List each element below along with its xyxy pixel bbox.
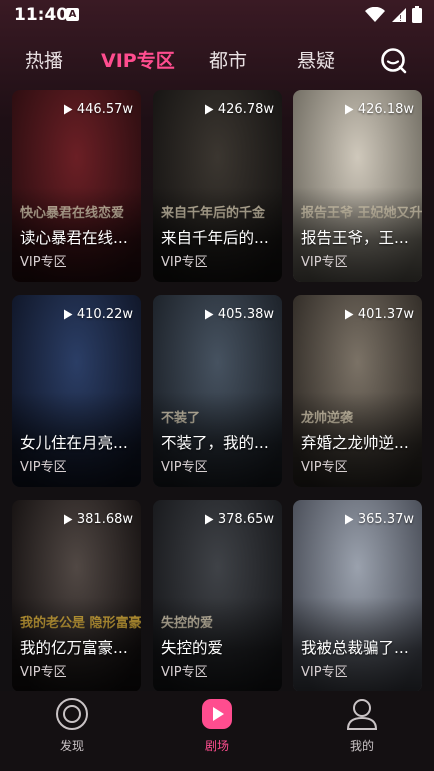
play-count-icon [63, 104, 73, 115]
drama-title: 来自千年后的... [161, 229, 269, 247]
drama-title: 我的亿万富豪... [20, 639, 128, 657]
view-count: 365.37w [344, 512, 414, 527]
view-count: 405.38w [204, 307, 274, 322]
play-count-icon [344, 309, 354, 320]
view-count-text: 426.18w [357, 102, 414, 117]
play-count-icon [344, 514, 354, 525]
discover-icon [56, 698, 88, 730]
play-count-icon [344, 104, 354, 115]
tab-hot[interactable]: 热播 [25, 46, 63, 73]
nav-profile[interactable]: 我的 [322, 697, 402, 754]
drama-card[interactable]: 来自千年后的千金426.78w来自千年后的...VIP专区 [153, 90, 282, 282]
vip-tag: VIP专区 [20, 255, 67, 270]
drama-card[interactable]: 报告王爷 王妃她又升级了426.18w报告王爷，王...VIP专区 [293, 90, 422, 282]
drama-title: 弃婚之龙帅逆... [301, 434, 409, 452]
drama-title: 读心暴君在线... [20, 229, 128, 247]
status-icons: ! [365, 6, 422, 23]
tab-city[interactable]: 都市 [209, 46, 247, 73]
vip-tag: VIP专区 [20, 665, 67, 680]
battery-icon [412, 6, 422, 23]
view-count-text: 446.57w [76, 102, 133, 117]
category-tabs: 热播 VIP专区 都市 悬疑 [0, 46, 434, 78]
nav-theater[interactable]: 剧场 [177, 697, 257, 754]
vip-tag: VIP专区 [301, 665, 348, 680]
notification-a-icon: A [66, 8, 79, 21]
view-count-text: 426.78w [217, 102, 274, 117]
vip-tag: VIP专区 [301, 255, 348, 270]
vip-tag: VIP专区 [161, 255, 208, 270]
play-count-icon [63, 514, 73, 525]
drama-title: 我被总裁骗了... [301, 639, 409, 657]
svg-text:!: ! [399, 14, 402, 23]
view-count-text: 381.68w [76, 512, 133, 527]
vip-tag: VIP专区 [20, 460, 67, 475]
drama-card[interactable]: 快心暴君在线恋爱446.57w读心暴君在线...VIP专区 [12, 90, 141, 282]
drama-card[interactable]: 不装了405.38w不装了，我的...VIP专区 [153, 295, 282, 487]
profile-icon [346, 699, 378, 730]
nav-theater-label: 剧场 [204, 739, 229, 753]
view-count-text: 378.65w [217, 512, 274, 527]
play-icon [202, 699, 232, 729]
nav-discover[interactable]: 发现 [32, 697, 112, 754]
signal-icon: ! [392, 7, 406, 23]
drama-title: 女儿住在月亮... [20, 434, 128, 452]
nav-discover-label: 发现 [59, 739, 84, 753]
bottom-navigation: 发现 剧场 我的 [0, 691, 434, 771]
tab-suspense[interactable]: 悬疑 [297, 46, 335, 73]
drama-title: 失控的爱 [161, 639, 224, 657]
play-count-icon [204, 514, 214, 525]
view-count: 446.57w [63, 102, 133, 117]
wifi-icon [365, 6, 385, 22]
status-time: 11:40 [14, 5, 69, 25]
vip-tag: VIP专区 [161, 665, 208, 680]
view-count-text: 401.37w [357, 307, 414, 322]
drama-card[interactable]: 龙帅逆袭401.37w弃婚之龙帅逆...VIP专区 [293, 295, 422, 487]
vip-tag: VIP专区 [161, 460, 208, 475]
drama-card[interactable]: 失控的爱378.65w失控的爱VIP专区 [153, 500, 282, 692]
view-count: 426.78w [204, 102, 274, 117]
drama-card[interactable]: 我的老公是 隐形富豪381.68w我的亿万富豪...VIP专区 [12, 500, 141, 692]
play-count-icon [204, 309, 214, 320]
drama-title: 不装了，我的... [161, 434, 269, 452]
view-count: 426.18w [344, 102, 414, 117]
status-bar: 11:40 A ! [0, 0, 434, 30]
view-count: 381.68w [63, 512, 133, 527]
view-count: 410.22w [63, 307, 133, 322]
play-count-icon [204, 104, 214, 115]
nav-profile-label: 我的 [349, 739, 374, 753]
drama-card[interactable]: 410.22w 女儿住在月亮... VIP专区 [12, 295, 141, 487]
play-count-icon [63, 309, 73, 320]
view-count: 378.65w [204, 512, 274, 527]
tab-vip[interactable]: VIP专区 [101, 46, 175, 73]
drama-card[interactable]: 365.37w 我被总裁骗了... VIP专区 [293, 500, 422, 692]
vip-tag: VIP专区 [301, 460, 348, 475]
search-icon[interactable] [379, 46, 407, 74]
view-count-text: 410.22w [76, 307, 133, 322]
view-count: 401.37w [344, 307, 414, 322]
drama-title: 报告王爷，王... [301, 229, 409, 247]
view-count-text: 405.38w [217, 307, 274, 322]
view-count-text: 365.37w [357, 512, 414, 527]
